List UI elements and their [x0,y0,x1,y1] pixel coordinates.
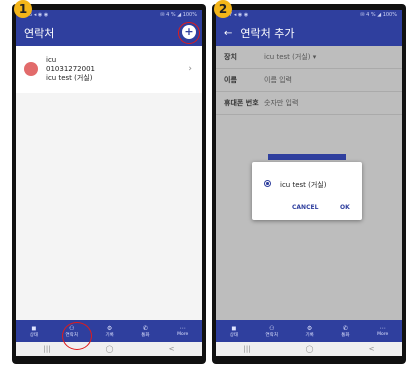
system-nav-bar: ||| ◯ < [216,342,402,356]
status-bar: 2:46 ◂ ◉ ◉ ✉ 4 % ◢ 100% [16,10,202,20]
history-icon: ⚙ [106,324,113,332]
status-right: ✉ 4 % ◢ 100% [160,12,197,18]
tab-label: 상태 [29,332,39,338]
name-input[interactable]: 이름 입력 [264,75,292,85]
contact-phone: 01031272001 [46,65,95,73]
bottom-tab-bar: ◼ 상태 ⚇ 연락처 ⚙ 기록 ✆ 통화 ⋯ More [16,320,202,342]
page-title: 연락처 추가 [240,27,295,40]
system-nav-bar: ||| ◯ < [16,342,202,356]
tab-call[interactable]: ✆ 통화 [141,325,149,338]
chevron-right-icon: › [188,64,192,74]
field-label: 장치 [224,53,237,61]
phone-icon: ✆ [342,324,348,332]
phone-field[interactable]: 휴대폰 번호 숫자만 입력 [216,92,402,115]
phone-screen-1: 2:46 ◂ ◉ ◉ ✉ 4 % ◢ 100% 연락처 + icu 010312… [12,4,206,364]
radio-selected-icon[interactable] [264,180,271,187]
contact-list-item[interactable]: icu 01031272001 icu test (거실) › [16,46,202,93]
tab-status[interactable]: ◼ 상태 [30,325,38,338]
step-badge-1: 1 [14,0,32,18]
avatar [24,62,38,76]
phone-screen-2: 2:47 ◂ ◉ ◉ ✉ 4 % ◢ 100% ← 연락처 추가 장치 icu t… [212,4,406,364]
status-right: ✉ 4 % ◢ 100% [360,12,397,18]
home-button[interactable]: ◯ [106,345,114,353]
contact-name: icu [46,56,57,64]
name-field[interactable]: 이름 이름 입력 [216,69,402,92]
ok-button[interactable]: OK [340,204,350,211]
back-arrow-icon[interactable]: ← [224,28,232,39]
tab-label: 통화 [141,332,150,338]
contacts-screen: 2:46 ◂ ◉ ◉ ✉ 4 % ◢ 100% 연락처 + icu 010312… [16,10,202,356]
tab-history[interactable]: ⚙ 기록 [105,325,113,338]
back-button[interactable]: < [169,345,175,353]
phone-input[interactable]: 숫자만 입력 [264,98,298,108]
phone-icon: ✆ [142,324,148,332]
field-label: 이름 [224,76,237,84]
bottom-tab-bar: ◼ 상태 ⚇ 연락처 ⚙ 기록 ✆ 통화 ⋯ More [216,320,402,342]
tab-label: 연락처 [265,332,278,338]
contact-device: icu test (거실) [46,74,93,82]
recents-button[interactable]: ||| [244,345,251,353]
status-icon: ◼ [31,324,37,332]
tab-label: More [377,332,389,337]
field-label: 휴대폰 번호 [224,99,259,107]
device-field[interactable]: 장치 icu test (거실) ▾ [216,46,402,69]
app-bar: 연락처 + [16,20,202,46]
highlight-contacts-tab [62,322,92,350]
cancel-button[interactable]: CANCEL [292,204,318,211]
tab-label: 상태 [229,332,239,338]
tab-label: 기록 [305,332,314,338]
tab-more[interactable]: ⋯ More [177,325,188,337]
tab-label: 통화 [341,332,350,338]
tab-history[interactable]: ⚙ 기록 [305,325,313,338]
add-contact-screen: 2:47 ◂ ◉ ◉ ✉ 4 % ◢ 100% ← 연락처 추가 장치 icu t… [216,10,402,356]
more-icon: ⋯ [379,325,386,332]
tab-status[interactable]: ◼ 상태 [230,325,238,338]
app-bar: ← 연락처 추가 [216,20,402,46]
contacts-icon: ⚇ [269,324,275,332]
tab-contacts[interactable]: ⚇ 연락처 [266,325,278,338]
status-bar: 2:47 ◂ ◉ ◉ ✉ 4 % ◢ 100% [216,10,402,20]
tab-more[interactable]: ⋯ More [377,325,388,337]
device-select[interactable]: icu test (거실) ▾ [264,52,316,62]
save-button-partial[interactable] [268,154,346,160]
status-icon: ◼ [231,324,237,332]
tab-label: 기록 [105,332,114,338]
tab-call[interactable]: ✆ 통화 [341,325,349,338]
tab-label: More [177,332,189,337]
device-select-dialog: icu test (거실) CANCEL OK [252,162,362,220]
history-icon: ⚙ [306,324,313,332]
back-button[interactable]: < [369,345,375,353]
more-icon: ⋯ [179,325,186,332]
highlight-add-button [178,22,200,44]
dialog-option[interactable]: icu test (거실) [280,180,326,190]
step-badge-2: 2 [214,0,232,18]
recents-button[interactable]: ||| [44,345,51,353]
page-title: 연락처 [24,27,55,40]
home-button[interactable]: ◯ [306,345,314,353]
